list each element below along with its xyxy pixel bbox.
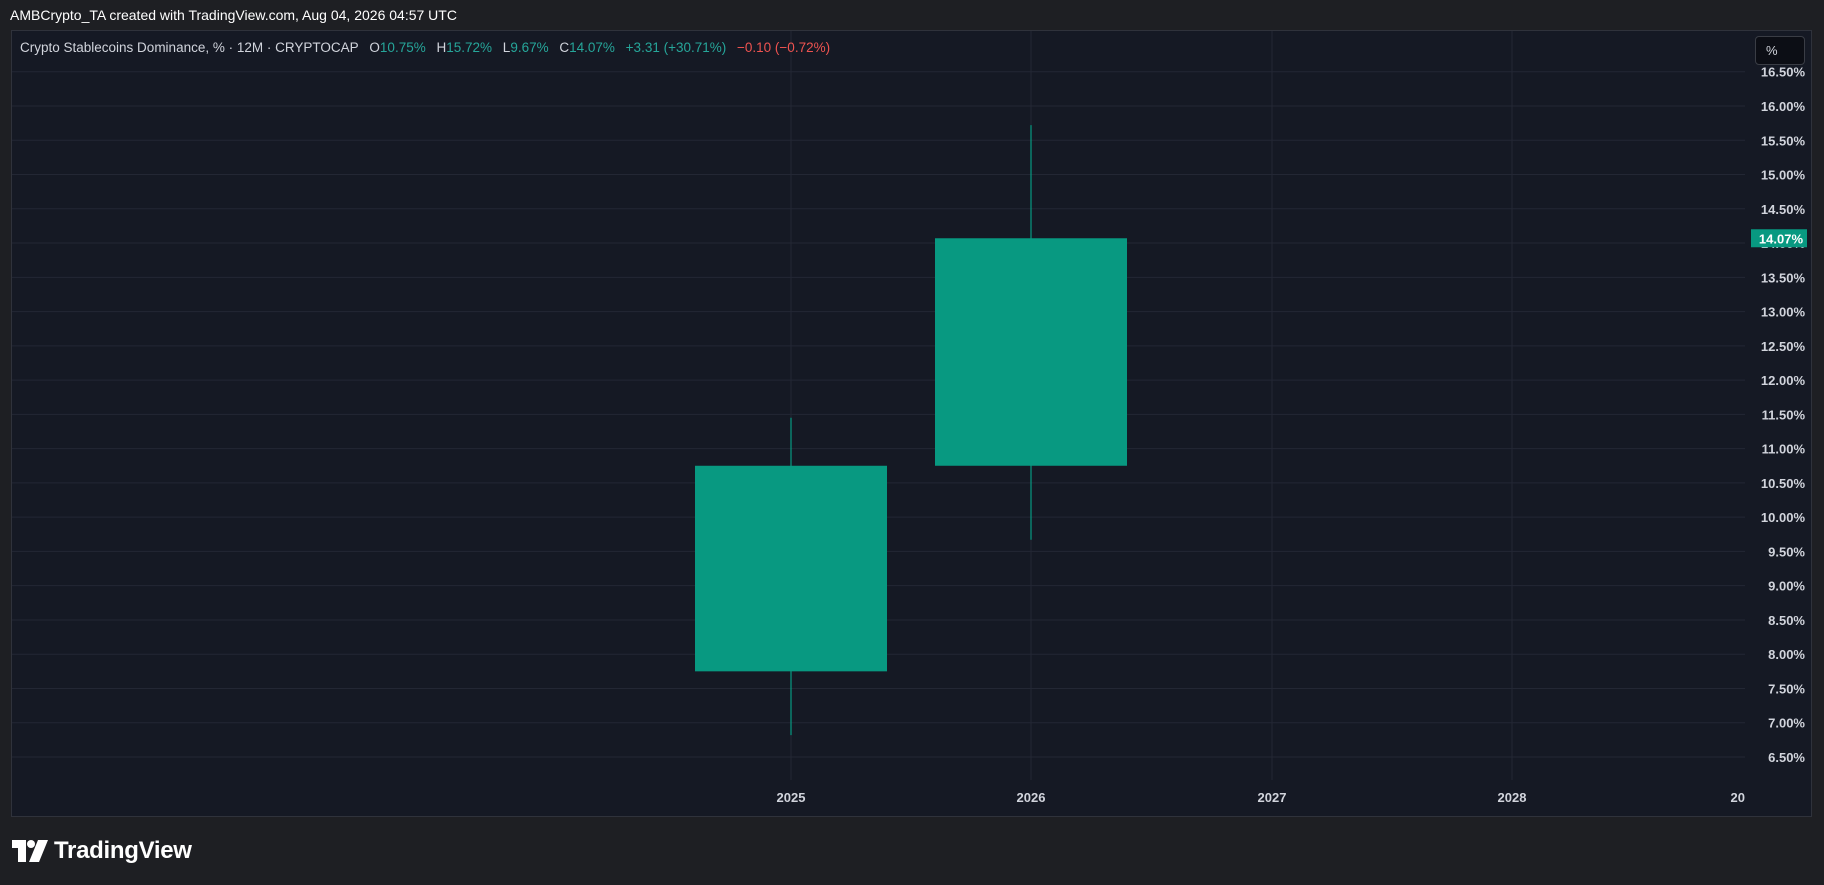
time-axis-label: 2028 bbox=[1498, 790, 1527, 805]
price-axis-label: 9.50% bbox=[1768, 544, 1805, 559]
tradingview-logo[interactable]: TradingView bbox=[12, 837, 192, 864]
open-label: O bbox=[369, 40, 380, 55]
candle-body bbox=[935, 238, 1127, 466]
price-axis-label: 8.50% bbox=[1768, 613, 1805, 628]
symbol-legend[interactable]: Crypto Stablecoins Dominance, % · 12M · … bbox=[20, 40, 830, 55]
close-value: 14.07% bbox=[569, 40, 615, 55]
high-value: 15.72% bbox=[446, 40, 493, 55]
price-axis-label: 12.50% bbox=[1761, 339, 1806, 354]
price-axis-label: 7.00% bbox=[1768, 716, 1805, 731]
price-axis-label: 10.00% bbox=[1761, 510, 1806, 525]
time-axis-label: 2025 bbox=[777, 790, 806, 805]
price-axis-label: 7.50% bbox=[1768, 681, 1805, 696]
last-price-label: 14.07% bbox=[1759, 231, 1804, 246]
price-axis-label: 9.00% bbox=[1768, 579, 1805, 594]
price-axis: 16.50%16.00%15.50%15.00%14.50%14.00%13.5… bbox=[1751, 65, 1807, 765]
price-axis-label: 14.50% bbox=[1761, 202, 1806, 217]
price-axis-label: 13.00% bbox=[1761, 305, 1806, 320]
time-axis-label: 2027 bbox=[1258, 790, 1287, 805]
price-axis-label: 15.00% bbox=[1761, 168, 1806, 183]
open-value: 10.75% bbox=[379, 40, 426, 55]
percent-scale-button[interactable]: % bbox=[1755, 36, 1805, 65]
close-label: C bbox=[559, 40, 570, 55]
candle[interactable] bbox=[695, 417, 887, 736]
price-axis-label: 12.00% bbox=[1761, 373, 1806, 388]
low-value: 9.67% bbox=[510, 40, 549, 55]
time-axis-label: 20 bbox=[1731, 790, 1745, 805]
price-axis-label: 16.50% bbox=[1761, 65, 1806, 80]
price-axis-label: 10.50% bbox=[1761, 476, 1806, 491]
symbol-title: Crypto Stablecoins Dominance, % · 12M · … bbox=[20, 40, 359, 55]
time-axis-label: 2026 bbox=[1017, 790, 1046, 805]
tradingview-logo-icon bbox=[12, 840, 48, 862]
price-axis-label: 16.00% bbox=[1761, 99, 1806, 114]
price-axis-label: 6.50% bbox=[1768, 750, 1805, 765]
price-axis-label: 11.00% bbox=[1762, 442, 1806, 457]
price-chart[interactable]: 16.50%16.00%15.50%15.00%14.50%14.00%13.5… bbox=[0, 0, 1824, 885]
high-label: H bbox=[436, 40, 447, 55]
candle-body bbox=[695, 465, 887, 672]
change-secondary-value: −0.10 (−0.72%) bbox=[737, 40, 831, 55]
candles bbox=[695, 125, 1127, 736]
candle[interactable] bbox=[935, 125, 1127, 540]
price-axis-label: 11.50% bbox=[1762, 407, 1806, 422]
tradingview-brand: TradingView bbox=[54, 837, 192, 864]
price-axis-label: 13.50% bbox=[1761, 270, 1806, 285]
price-axis-label: 15.50% bbox=[1761, 133, 1806, 148]
price-axis-label: 8.00% bbox=[1768, 647, 1805, 662]
time-axis: 2025 2026 2027 2028 20 bbox=[777, 790, 1745, 805]
change-value: +3.31 (+30.71%) bbox=[625, 40, 727, 55]
